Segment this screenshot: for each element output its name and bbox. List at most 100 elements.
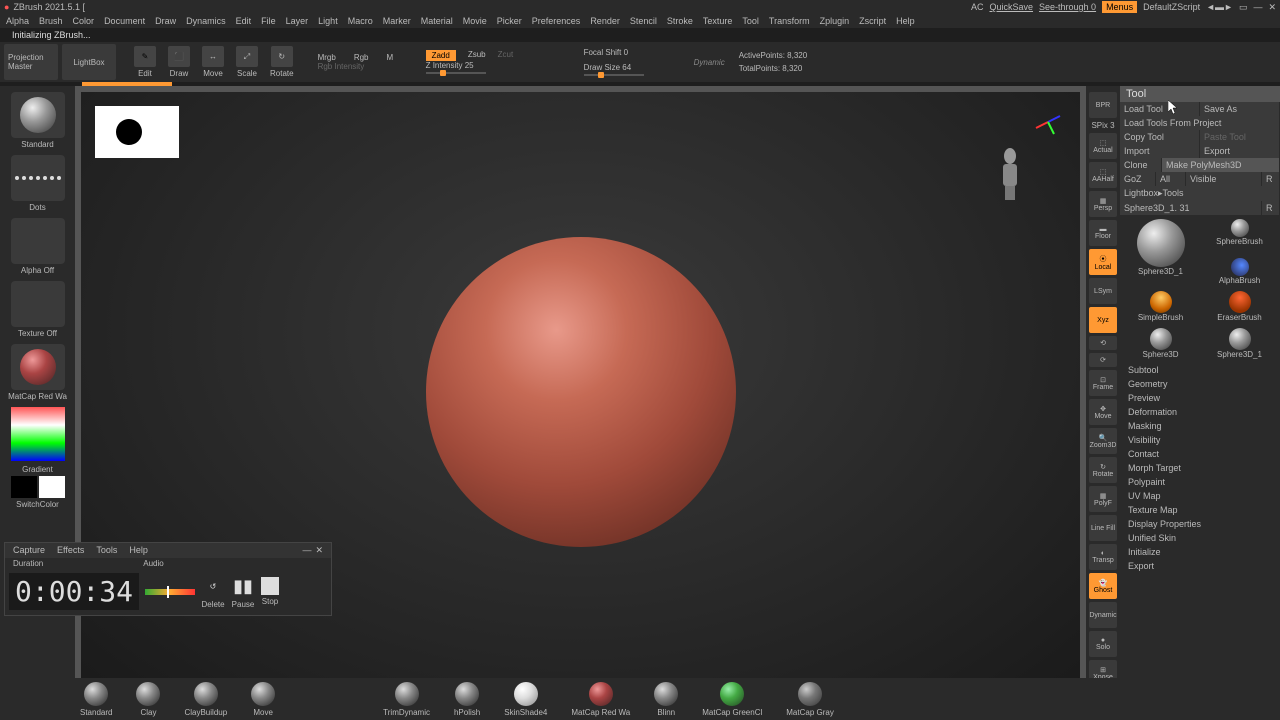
projection-master-button[interactable]: Projection Master bbox=[4, 44, 58, 80]
z-intensity-slider[interactable]: Z Intensity 25 bbox=[426, 61, 474, 70]
load-from-project-button[interactable]: Load Tools From Project bbox=[1120, 116, 1280, 130]
gradient-label[interactable]: Gradient bbox=[22, 465, 53, 474]
section-deformation[interactable]: Deformation bbox=[1120, 405, 1280, 419]
local-button[interactable]: ⦿Local bbox=[1089, 249, 1117, 275]
menu-zscript[interactable]: Zscript bbox=[859, 16, 886, 26]
lightbox-button[interactable]: LightBox bbox=[62, 44, 116, 80]
rec-stop-button[interactable]: Stop bbox=[261, 577, 279, 606]
aahalf-button[interactable]: ⬚AAHalf bbox=[1089, 162, 1117, 188]
menu-render[interactable]: Render bbox=[590, 16, 620, 26]
lsym-button[interactable]: LSym bbox=[1089, 278, 1117, 304]
menu-zplugin[interactable]: Zplugin bbox=[820, 16, 850, 26]
menu-color[interactable]: Color bbox=[73, 16, 95, 26]
tool-spherebrush[interactable]: SphereBrush bbox=[1201, 217, 1278, 248]
menu-brush[interactable]: Brush bbox=[39, 16, 63, 26]
import-button[interactable]: Import bbox=[1120, 144, 1200, 158]
paste-tool-button[interactable]: Paste Tool bbox=[1200, 130, 1280, 144]
tool-sphere3d1b[interactable]: Sphere3D_1 bbox=[1201, 326, 1278, 361]
menu-help[interactable]: Help bbox=[896, 16, 915, 26]
brush-claybuildup[interactable]: ClayBuildup bbox=[184, 682, 227, 717]
section-subtool[interactable]: Subtool bbox=[1120, 363, 1280, 377]
rotate-view-button[interactable]: ↻Rotate bbox=[1089, 457, 1117, 483]
draw-size-slider[interactable]: Draw Size 64 bbox=[584, 63, 632, 72]
window-close-icon[interactable]: ✕ bbox=[1268, 2, 1276, 13]
mat-redwax[interactable]: MatCap Red Wa bbox=[571, 682, 630, 717]
section-export[interactable]: Export bbox=[1120, 559, 1280, 573]
camera-mannequin[interactable] bbox=[990, 142, 1030, 206]
axis-gizmo[interactable] bbox=[1034, 108, 1062, 136]
color-white[interactable] bbox=[39, 476, 65, 498]
rotate-button[interactable]: ↻Rotate bbox=[266, 44, 298, 80]
menu-alpha[interactable]: Alpha bbox=[6, 16, 29, 26]
draw-button[interactable]: ⬛Draw bbox=[164, 44, 194, 80]
brush-standard[interactable]: Standard bbox=[80, 682, 112, 717]
save-as-button[interactable]: Save As bbox=[1200, 102, 1280, 116]
rot-z-button[interactable]: ⟳ bbox=[1089, 353, 1117, 367]
draw-size-track[interactable] bbox=[584, 74, 644, 76]
menu-tool[interactable]: Tool bbox=[742, 16, 759, 26]
section-morph[interactable]: Morph Target bbox=[1120, 461, 1280, 475]
brush-preview[interactable]: Standard bbox=[4, 90, 72, 151]
mrgb-button[interactable]: Mrgb bbox=[318, 53, 336, 62]
collapse-icon[interactable]: ▭ bbox=[1239, 2, 1248, 13]
menu-texture[interactable]: Texture bbox=[703, 16, 733, 26]
m-button[interactable]: M bbox=[387, 53, 394, 62]
copy-tool-button[interactable]: Copy Tool bbox=[1120, 130, 1200, 144]
brush-trimdynamic[interactable]: TrimDynamic bbox=[383, 682, 430, 717]
alpha-preview-left[interactable]: Alpha Off bbox=[4, 216, 72, 277]
menu-stroke[interactable]: Stroke bbox=[667, 16, 693, 26]
texture-preview[interactable]: Texture Off bbox=[4, 279, 72, 340]
section-initialize[interactable]: Initialize bbox=[1120, 545, 1280, 559]
mat-green[interactable]: MatCap GreenCl bbox=[702, 682, 762, 717]
stroke-preview[interactable]: Dots bbox=[4, 153, 72, 214]
mat-blinn[interactable]: Blinn bbox=[654, 682, 678, 717]
rec-tools[interactable]: Tools bbox=[96, 545, 117, 556]
tool-eraserbrush[interactable]: EraserBrush bbox=[1201, 289, 1278, 324]
section-texturemap[interactable]: Texture Map bbox=[1120, 503, 1280, 517]
polyf-button[interactable]: ▦PolyF bbox=[1089, 486, 1117, 512]
quicksave-button[interactable]: QuickSave bbox=[989, 2, 1033, 12]
menu-marker[interactable]: Marker bbox=[383, 16, 411, 26]
menus-button[interactable]: Menus bbox=[1102, 1, 1137, 13]
persp-button[interactable]: ▦Persp bbox=[1089, 191, 1117, 217]
zoom-button[interactable]: 🔍Zoom3D bbox=[1089, 428, 1117, 454]
frame-button[interactable]: ⊡Frame bbox=[1089, 370, 1117, 396]
menu-edit[interactable]: Edit bbox=[236, 16, 252, 26]
dynamic-view-button[interactable]: Dynamic bbox=[1089, 602, 1117, 628]
move-button[interactable]: ↔Move bbox=[198, 44, 228, 80]
make-polymesh-button[interactable]: Make PolyMesh3D bbox=[1162, 158, 1280, 172]
spix-label[interactable]: SPix 3 bbox=[1091, 121, 1114, 130]
rec-delete-button[interactable]: ↺Delete bbox=[201, 574, 225, 609]
menu-preferences[interactable]: Preferences bbox=[532, 16, 581, 26]
dynamic-toggle[interactable]: Dynamic bbox=[694, 58, 725, 67]
bpr-button[interactable]: BPR bbox=[1089, 92, 1117, 118]
goz-r-button[interactable]: R bbox=[1262, 172, 1280, 186]
tool-sphere3d[interactable]: Sphere3D bbox=[1122, 326, 1199, 361]
load-tool-button[interactable]: Load Tool bbox=[1120, 102, 1200, 116]
floor-button[interactable]: ▬Floor bbox=[1089, 220, 1117, 246]
transp-button[interactable]: ◐Transp bbox=[1089, 544, 1117, 570]
linefill-button[interactable]: Line Fill bbox=[1089, 515, 1117, 541]
menu-macro[interactable]: Macro bbox=[348, 16, 373, 26]
lightbox-tools-button[interactable]: Lightbox▸Tools bbox=[1120, 186, 1280, 201]
section-preview[interactable]: Preview bbox=[1120, 391, 1280, 405]
rec-help[interactable]: Help bbox=[129, 545, 148, 556]
rec-minimize-icon[interactable]: — bbox=[302, 545, 311, 556]
export-button[interactable]: Export bbox=[1200, 144, 1280, 158]
r2-button[interactable]: R bbox=[1262, 201, 1280, 215]
brush-move[interactable]: Move bbox=[251, 682, 275, 717]
section-uvmap[interactable]: UV Map bbox=[1120, 489, 1280, 503]
section-visibility[interactable]: Visibility bbox=[1120, 433, 1280, 447]
zcut-button[interactable]: Zcut bbox=[498, 50, 514, 61]
rec-capture[interactable]: Capture bbox=[13, 545, 45, 556]
rec-close-icon[interactable]: ✕ bbox=[315, 545, 323, 556]
menu-movie[interactable]: Movie bbox=[463, 16, 487, 26]
nav-icons[interactable]: ◄▬► bbox=[1206, 2, 1233, 12]
edit-button[interactable]: ✎Edit bbox=[130, 44, 160, 80]
color-black[interactable] bbox=[11, 476, 37, 498]
z-intensity-track[interactable] bbox=[426, 72, 486, 74]
goz-all-button[interactable]: All bbox=[1156, 172, 1186, 186]
seethrough-slider[interactable]: See-through 0 bbox=[1039, 2, 1096, 12]
default-script[interactable]: DefaultZScript bbox=[1143, 2, 1200, 12]
menu-light[interactable]: Light bbox=[318, 16, 338, 26]
